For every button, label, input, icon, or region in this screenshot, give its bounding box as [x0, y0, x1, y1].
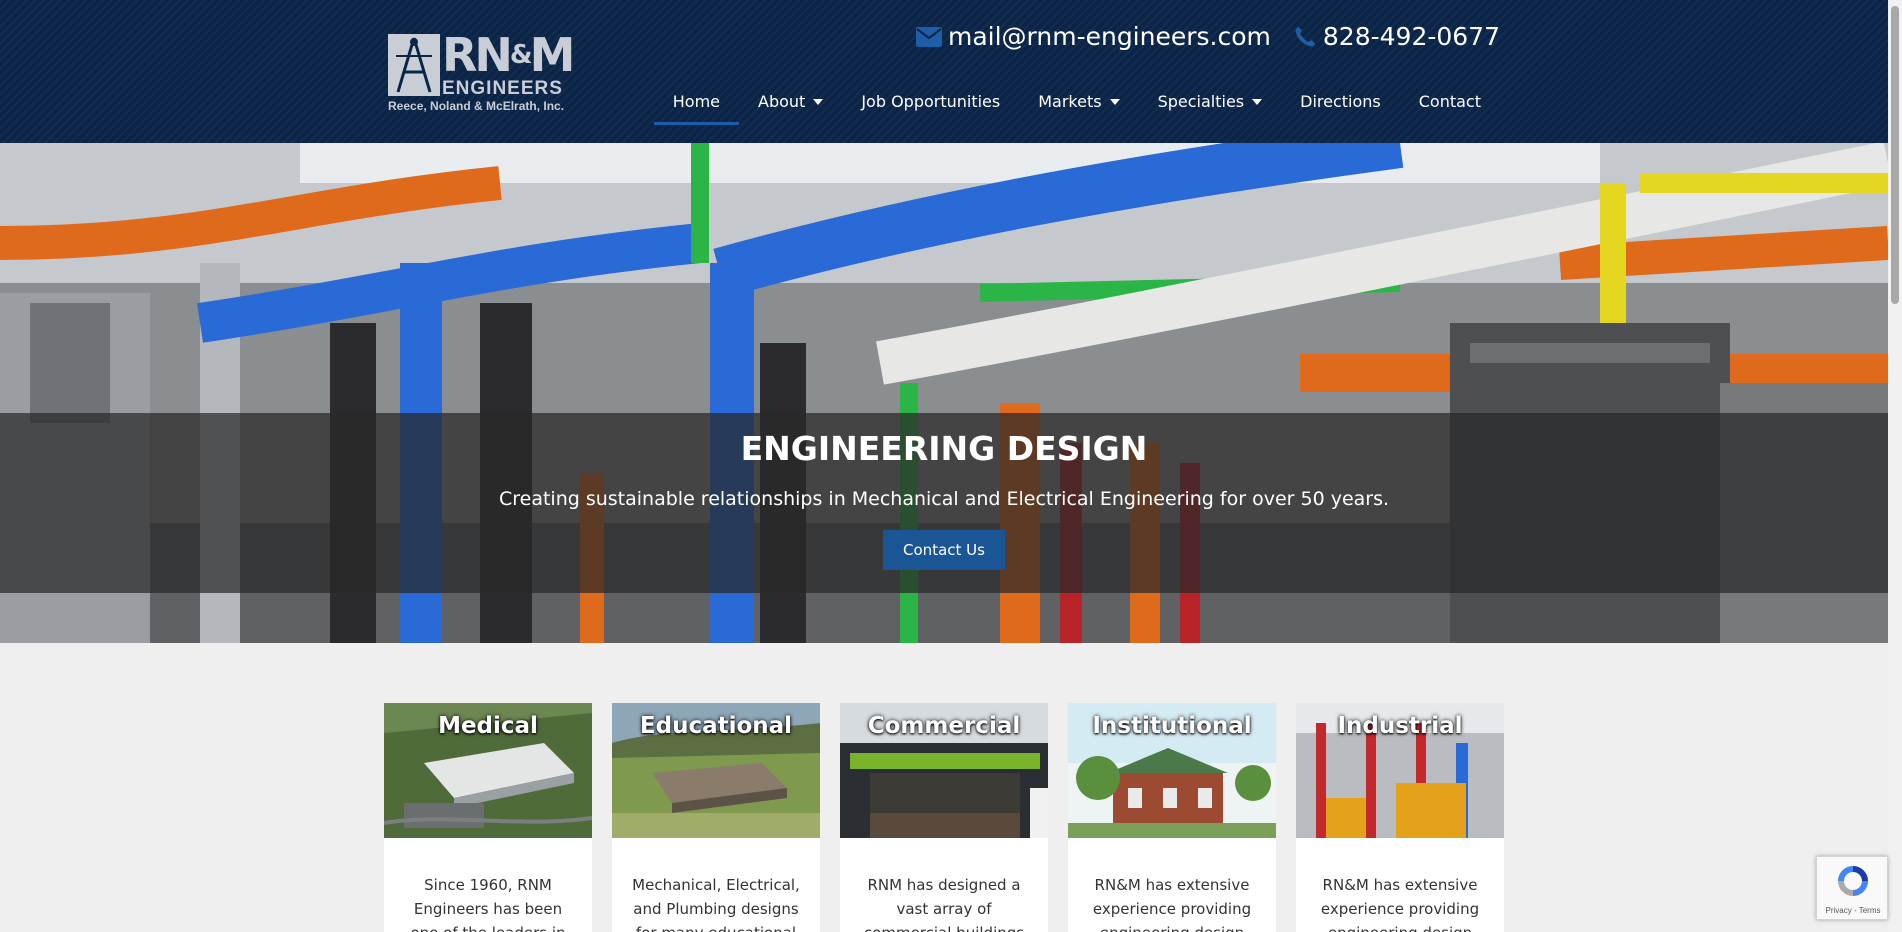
medical-image: Medical — [384, 703, 592, 838]
logo-letters: RN&M — [442, 28, 575, 82]
nav-contact-label: Contact — [1418, 92, 1481, 111]
hero-banner: ENGINEERING DESIGN Creating sustainable … — [0, 143, 1888, 643]
market-card-educational[interactable]: Educational Mechanical, Electrical, and … — [612, 703, 820, 932]
recaptcha-icon — [1838, 866, 1868, 896]
contact-info: mail@rnm-engineers.com 828-492-0677 — [915, 22, 1500, 51]
market-title: Industrial — [1337, 713, 1463, 739]
nav-markets-label: Markets — [1038, 92, 1102, 111]
hero-title: ENGINEERING DESIGN — [740, 429, 1148, 468]
market-title: Medical — [438, 713, 538, 739]
site-header: RN&M ENGINEERS Reece, Noland & McElrath,… — [0, 0, 1888, 143]
market-title: Educational — [639, 713, 793, 739]
market-card-institutional[interactable]: Institutional RN&M has extensive experie… — [1068, 703, 1276, 932]
nav-contact[interactable]: Contact — [1400, 86, 1500, 125]
market-title: Commercial — [867, 713, 1021, 739]
scrollbar-thumb[interactable] — [1891, 6, 1899, 304]
market-description: RN&M has extensive experience providing … — [1320, 876, 1480, 932]
contact-us-button[interactable]: Contact Us — [883, 530, 1005, 570]
nav-job-opportunities[interactable]: Job Opportunities — [842, 86, 1019, 125]
institutional-image: Institutional — [1068, 703, 1276, 838]
envelope-icon — [915, 26, 942, 47]
logo-company-name: Reece, Noland & McElrath, Inc. — [388, 99, 565, 113]
market-card-medical[interactable]: Medical Since 1960, RNM Engineers has be… — [384, 703, 592, 932]
nav-home[interactable]: Home — [653, 86, 740, 125]
nav-jobs-label: Job Opportunities — [861, 92, 1001, 111]
page-scrollbar[interactable] — [1888, 0, 1902, 932]
recaptcha-terms-link[interactable]: Privacy - Terms — [1817, 906, 1889, 915]
market-description: RNM has designed a vast array of commerc… — [864, 876, 1024, 932]
hero-subtitle: Creating sustainable relationships in Me… — [498, 488, 1390, 510]
nav-about-label: About — [758, 92, 806, 111]
nav-directions[interactable]: Directions — [1281, 86, 1400, 125]
nav-home-label: Home — [672, 92, 720, 111]
market-card-commercial[interactable]: Commercial RNM has designed a vast array… — [840, 703, 1048, 932]
phone-number[interactable]: 828-492-0677 — [1323, 22, 1500, 51]
main-nav: Home About Job Opportunities Markets Spe… — [653, 86, 1500, 125]
educational-image: Educational — [612, 703, 820, 838]
phone-icon — [1295, 26, 1315, 46]
industrial-image: Industrial — [1296, 703, 1504, 838]
phone-link[interactable]: 828-492-0677 — [1293, 22, 1500, 51]
logo-mark-icon — [388, 34, 440, 96]
market-title: Institutional — [1092, 713, 1252, 739]
nav-directions-label: Directions — [1300, 92, 1381, 111]
market-description: RN&M has extensive experience providing … — [1092, 876, 1252, 932]
market-card-industrial[interactable]: Industrial RN&M has extensive experience… — [1296, 703, 1504, 932]
caret-down-icon — [1109, 98, 1120, 105]
nav-markets[interactable]: Markets — [1019, 86, 1138, 125]
email-link[interactable]: mail@rnm-engineers.com — [915, 22, 1271, 51]
market-description: Mechanical, Electrical, and Plumbing des… — [632, 876, 800, 932]
nav-specialties-label: Specialties — [1157, 92, 1245, 111]
recaptcha-badge[interactable]: Privacy - Terms — [1816, 856, 1888, 920]
nav-about[interactable]: About — [739, 86, 842, 125]
caret-down-icon — [1252, 98, 1263, 105]
email-address[interactable]: mail@rnm-engineers.com — [948, 22, 1271, 51]
company-logo[interactable]: RN&M ENGINEERS Reece, Noland & McElrath,… — [388, 28, 578, 113]
commercial-image: Commercial — [840, 703, 1048, 838]
market-description: Since 1960, RNM Engineers has been one o… — [410, 876, 565, 932]
logo-engineers-text: ENGINEERS — [442, 78, 563, 99]
caret-down-icon — [813, 98, 824, 105]
nav-specialties[interactable]: Specialties — [1139, 86, 1282, 125]
